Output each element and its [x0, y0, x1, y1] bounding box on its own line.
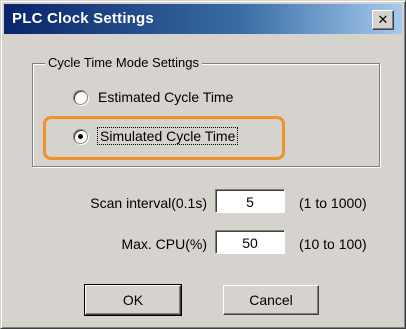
cancel-button[interactable]: Cancel: [223, 285, 319, 315]
radio-button-icon[interactable]: [73, 89, 88, 105]
max-cpu-input[interactable]: 50: [215, 230, 285, 254]
max-cpu-range: (10 to 100): [299, 236, 367, 252]
highlight-annotation: [43, 116, 285, 160]
dialog-title: PLC Clock Settings: [12, 10, 154, 27]
radio-label-estimated: Estimated Cycle Time: [98, 89, 234, 105]
ok-button[interactable]: OK: [84, 284, 182, 316]
scan-interval-range: (1 to 1000): [299, 195, 367, 211]
close-icon: ✕: [377, 12, 389, 27]
max-cpu-label: Max. CPU(%): [121, 236, 207, 252]
plc-clock-settings-dialog: PLC Clock Settings ✕ Cycle Time Mode Set…: [0, 0, 406, 329]
radio-estimated-cycle-time[interactable]: Estimated Cycle Time: [73, 89, 233, 105]
scan-interval-label: Scan interval(0.1s): [90, 195, 207, 211]
group-legend: Cycle Time Mode Settings: [45, 55, 203, 70]
title-bar[interactable]: PLC Clock Settings ✕: [4, 4, 402, 34]
scan-interval-input[interactable]: 5: [215, 189, 285, 213]
close-button[interactable]: ✕: [372, 10, 394, 30]
